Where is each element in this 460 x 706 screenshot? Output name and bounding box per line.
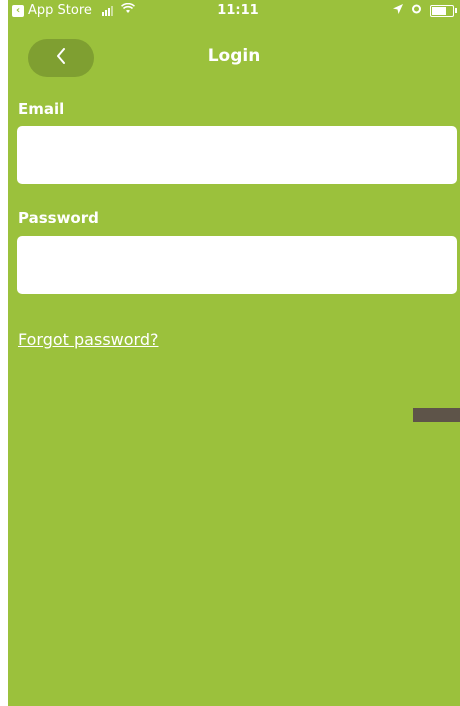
alarm-icon bbox=[411, 3, 422, 18]
location-icon bbox=[393, 3, 403, 18]
status-left: ‹ App Store bbox=[12, 2, 135, 18]
back-to-app-icon[interactable]: ‹ bbox=[12, 4, 24, 17]
wifi-icon bbox=[120, 2, 135, 18]
battery-icon bbox=[430, 4, 457, 17]
password-label: Password bbox=[18, 209, 99, 227]
forgot-password-link[interactable]: Forgot password? bbox=[18, 330, 158, 349]
login-screen: ‹ App Store 11:11 Login Email Password F… bbox=[8, 0, 460, 706]
cellular-signal-icon bbox=[101, 5, 113, 16]
email-field[interactable] bbox=[17, 126, 457, 184]
side-drawer-handle[interactable] bbox=[413, 408, 460, 422]
password-field[interactable] bbox=[17, 236, 457, 294]
status-time: 11:11 bbox=[217, 3, 259, 18]
email-label: Email bbox=[18, 100, 65, 118]
back-app-label[interactable]: App Store bbox=[28, 3, 92, 18]
status-bar: ‹ App Store 11:11 bbox=[8, 0, 460, 22]
page-title: Login bbox=[207, 46, 261, 66]
status-right bbox=[393, 3, 457, 18]
